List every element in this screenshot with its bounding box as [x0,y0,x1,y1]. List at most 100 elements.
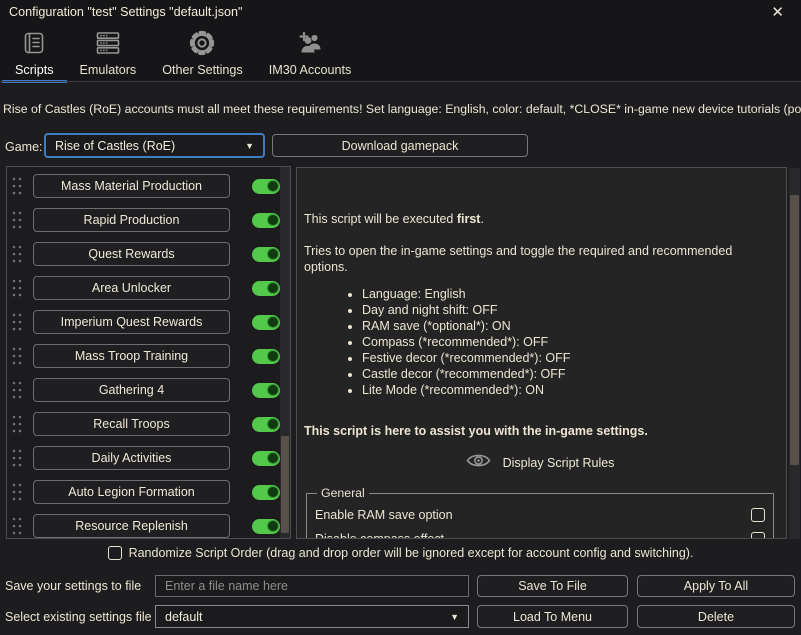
tab-other-settings[interactable]: Other Settings [149,24,256,82]
drag-handle-icon[interactable] [11,209,23,231]
script-row: Quest Rewards [11,241,280,267]
settings-file-dropdown-value: default [165,609,203,624]
script-description-panel: This script will be executed first. Trie… [296,167,787,539]
drag-handle-icon[interactable] [11,345,23,367]
script-row: Daily Activities [11,445,280,471]
script-toggle-on[interactable] [252,280,280,296]
script-row: Area Unlocker [11,275,280,301]
tab-label: Other Settings [162,63,243,77]
chevron-down-icon: ▼ [450,611,459,622]
toggle-knob [266,316,279,328]
script-button[interactable]: Auto Legion Formation [33,480,230,504]
script-button[interactable]: Mass Troop Training [33,344,230,368]
drag-handle-icon[interactable] [11,379,23,401]
tab-im30-accounts[interactable]: IM30 Accounts [256,24,365,82]
assist-text: This script is here to assist you with t… [304,424,648,438]
option-bullet: Compass (*recommended*): OFF [362,334,776,350]
drag-handle-icon[interactable] [11,413,23,435]
game-label: Game: [5,140,43,154]
tab-label: IM30 Accounts [268,63,352,77]
file-name-input[interactable] [155,575,469,597]
script-row: Gathering 4 [11,377,280,403]
option-bullet: Lite Mode (*recommended*): ON [362,382,776,398]
general-groupbox: General Enable RAM save option Disable c… [306,485,774,538]
requirements-notice: Rise of Castles (RoE) accounts must all … [3,102,801,116]
display-script-rules-label: Display Script Rules [502,455,615,470]
drag-handle-icon[interactable] [11,311,23,333]
select-settings-label: Select existing settings file [5,610,152,624]
server-stack-icon [93,27,123,59]
general-option-checkbox[interactable] [751,508,765,522]
drag-handle-icon[interactable] [11,277,23,299]
script-button[interactable]: Resource Replenish [33,514,230,538]
script-toggle-on[interactable] [252,450,280,466]
scrollbar-thumb[interactable] [790,195,799,465]
general-options-list: Enable RAM save option Disable compass e… [315,503,765,538]
script-toggle-on[interactable] [252,178,280,194]
eye-icon [466,452,491,473]
intro-text: Tries to open the in-game settings and t… [304,244,733,274]
delete-button[interactable]: Delete [637,605,795,628]
apply-to-all-button[interactable]: Apply To All [637,575,795,597]
toggle-knob [266,350,279,362]
script-toggle-on[interactable] [252,484,280,500]
scroll-icon [20,27,48,59]
save-to-file-button[interactable]: Save To File [477,575,628,597]
save-settings-label: Save your settings to file [5,579,142,593]
randomize-label: Randomize Script Order (drag and drop or… [128,546,694,560]
option-bullet: Festive decor (*recommended*): OFF [362,350,776,366]
drag-handle-icon[interactable] [11,175,23,197]
drag-handle-icon[interactable] [11,481,23,503]
general-legend: General [321,486,365,500]
options-bullet-list: Language: EnglishDay and night shift: OF… [304,286,776,398]
general-option-label: Enable RAM save option [315,508,453,522]
script-row: Mass Material Production [11,173,280,199]
toggle-knob [266,180,279,192]
script-toggle-on[interactable] [252,518,280,534]
download-gamepack-button[interactable]: Download gamepack [272,134,528,157]
script-button[interactable]: Gathering 4 [33,378,230,402]
toggle-knob [266,248,279,260]
option-bullet: Castle decor (*recommended*): OFF [362,366,776,382]
tab-emulators[interactable]: Emulators [67,24,150,82]
script-button[interactable]: Imperium Quest Rewards [33,310,230,334]
load-to-menu-button[interactable]: Load To Menu [477,605,628,628]
tab-scripts[interactable]: Scripts [2,24,67,83]
option-bullet: RAM save (*optional*): ON [362,318,776,334]
script-toggle-on[interactable] [252,246,280,262]
title-bar: Configuration "test" Settings "default.j… [0,0,801,24]
close-icon[interactable]: ✕ [763,5,792,20]
script-list: Mass Material Production Rapid Productio… [7,173,290,538]
randomize-checkbox[interactable] [107,546,122,560]
script-button[interactable]: Recall Troops [33,412,230,436]
settings-file-dropdown[interactable]: default ▼ [155,605,469,628]
script-list-panel: Mass Material Production Rapid Productio… [6,166,291,539]
toggle-knob [266,452,279,464]
script-button[interactable]: Mass Material Production [33,174,230,198]
drag-handle-icon[interactable] [11,447,23,469]
script-list-scrollbar[interactable] [280,167,290,538]
display-script-rules-button[interactable]: Display Script Rules [304,452,776,473]
scrollbar-thumb[interactable] [281,436,289,533]
script-button[interactable]: Area Unlocker [33,276,230,300]
game-dropdown[interactable]: Rise of Castles (RoE) ▼ [44,133,265,158]
script-toggle-on[interactable] [252,314,280,330]
script-button[interactable]: Daily Activities [33,446,230,470]
toggle-knob [266,282,279,294]
add-users-icon [295,27,325,59]
script-toggle-on[interactable] [252,348,280,364]
general-option-row: Enable RAM save option [315,503,765,527]
toggle-knob [266,418,279,430]
drag-handle-icon[interactable] [11,515,23,537]
script-toggle-on[interactable] [252,382,280,398]
toggle-knob [266,384,279,396]
script-row: Mass Troop Training [11,343,280,369]
script-toggle-on[interactable] [252,416,280,432]
general-option-checkbox[interactable] [751,532,765,538]
drag-handle-icon[interactable] [11,243,23,265]
script-button[interactable]: Rapid Production [33,208,230,232]
script-toggle-on[interactable] [252,212,280,228]
script-button[interactable]: Quest Rewards [33,242,230,266]
description-scrollbar[interactable] [789,168,800,539]
general-option-row: Disable compass effect [315,527,765,538]
